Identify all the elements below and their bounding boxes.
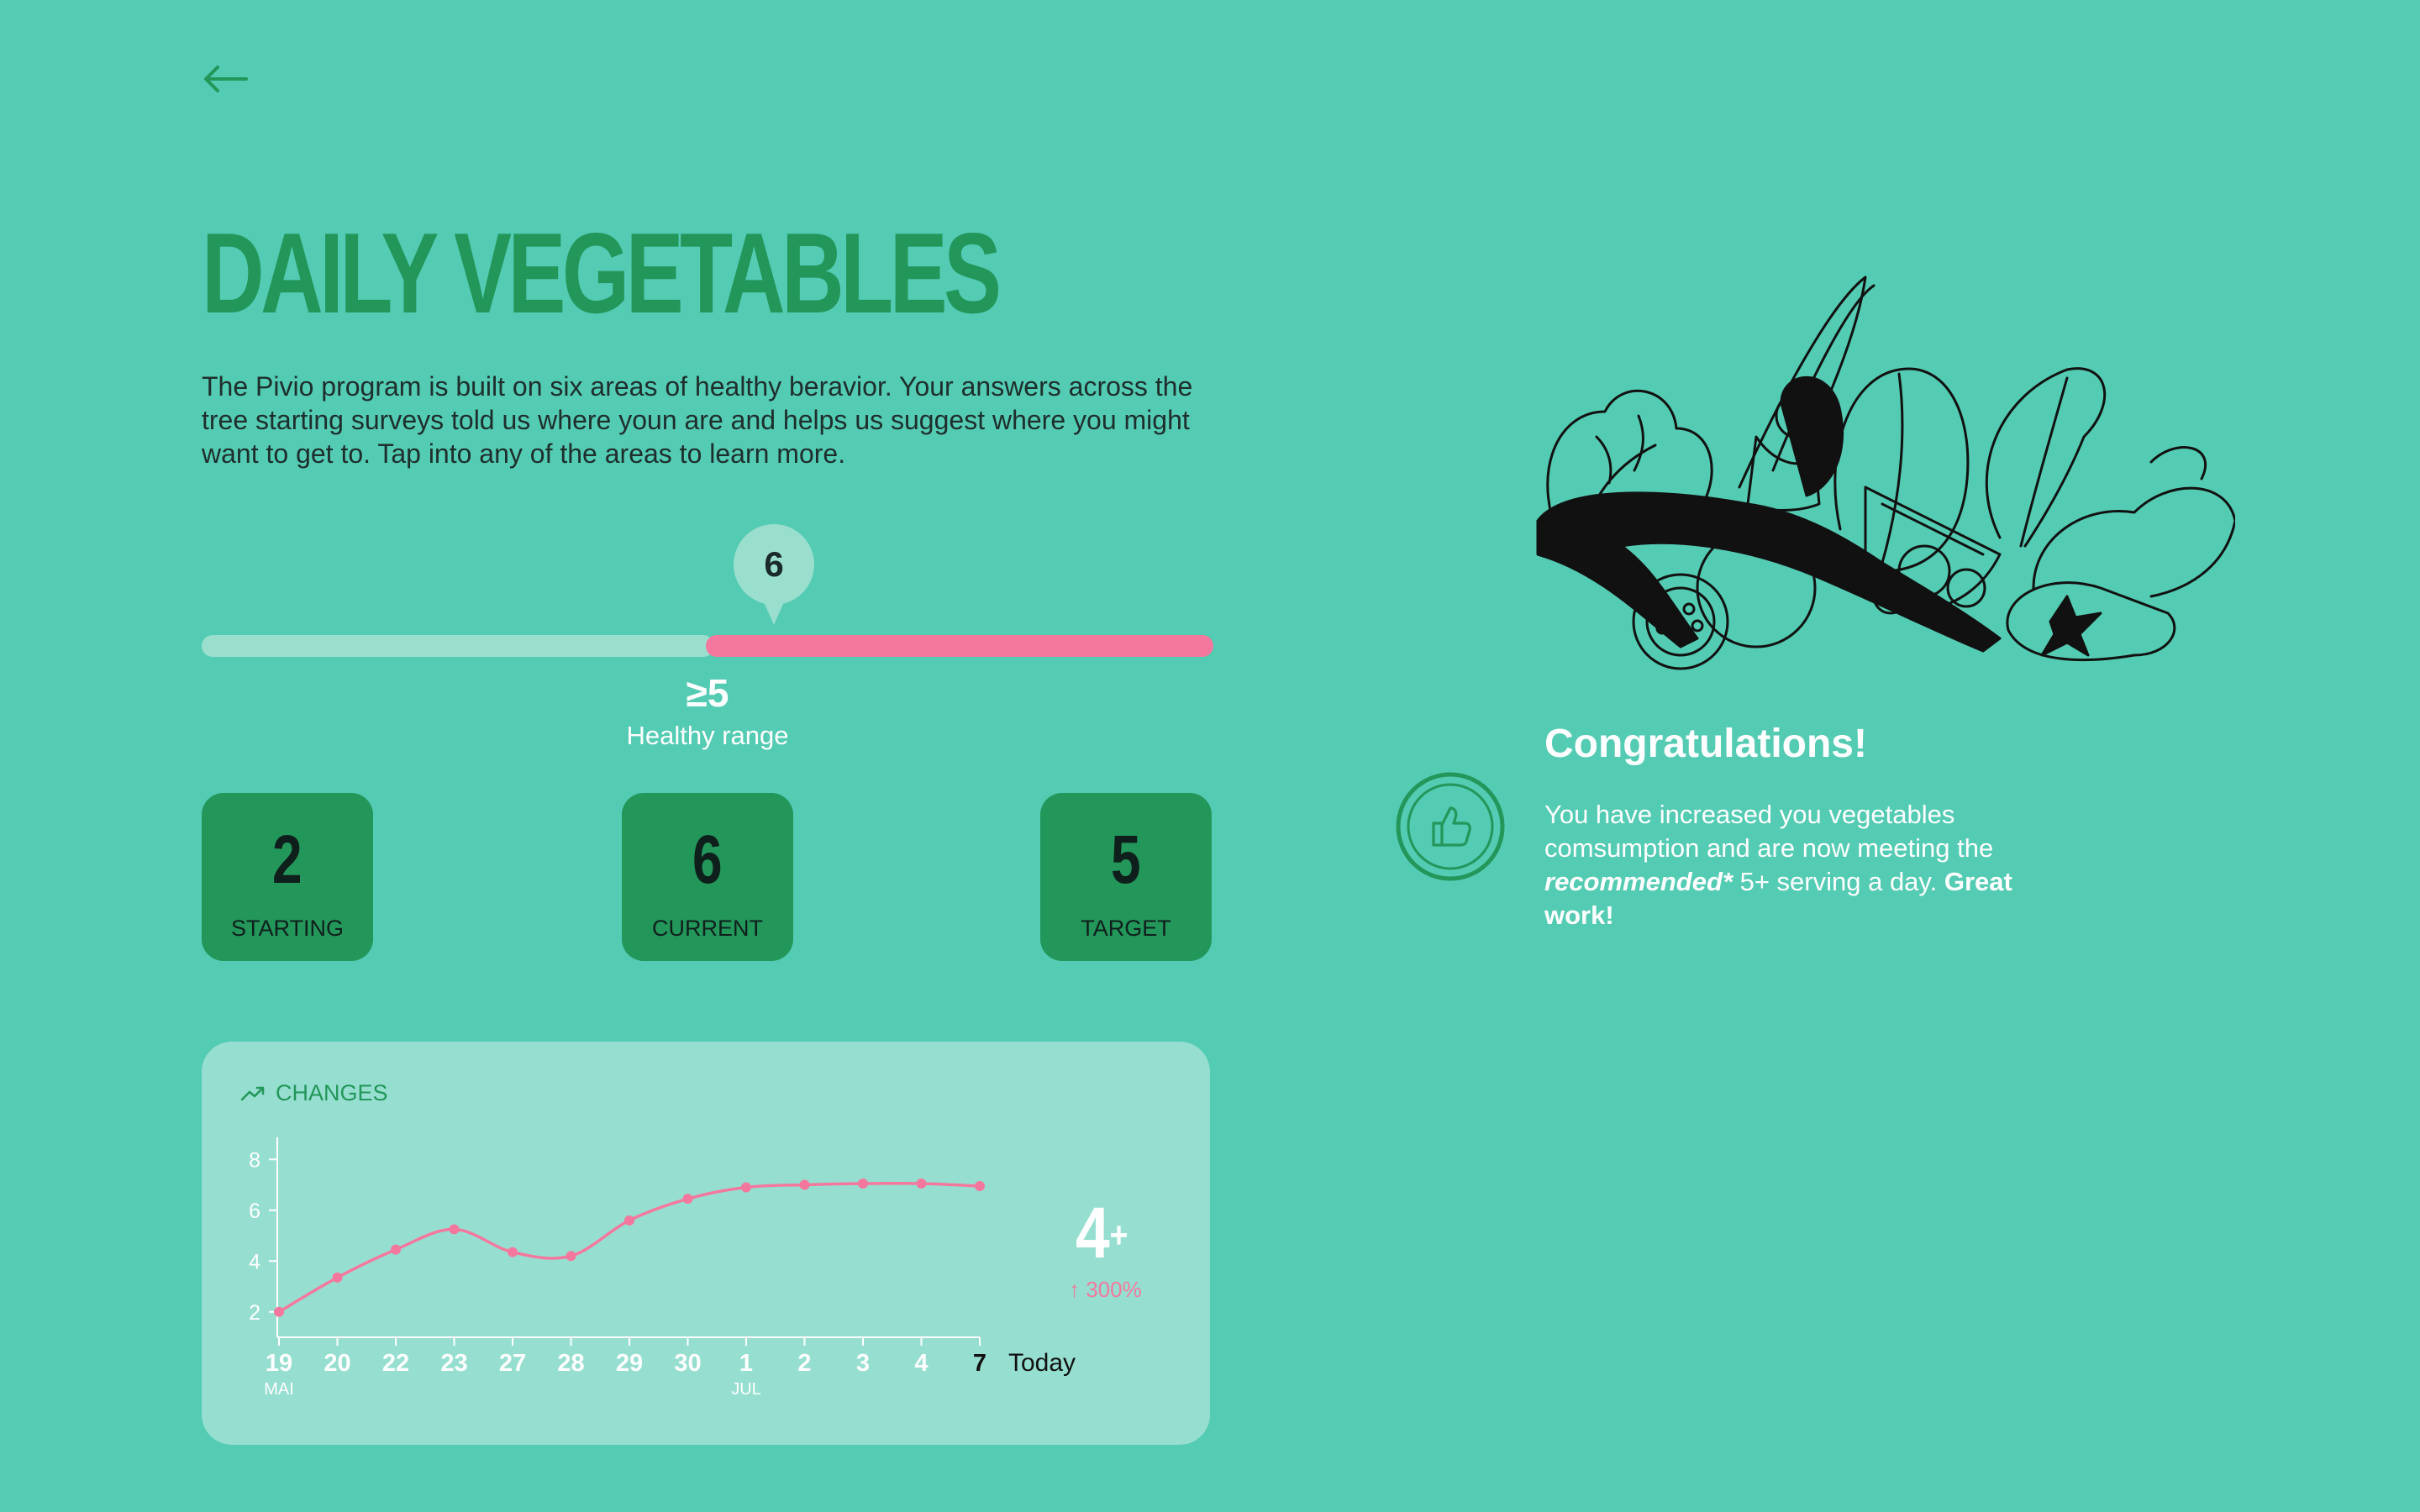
chart-point <box>682 1194 693 1205</box>
congrats-title: Congratulations! <box>1544 722 1867 766</box>
chart-point <box>741 1182 751 1193</box>
chart-point <box>508 1247 518 1257</box>
range-healthy-fill <box>706 635 1213 657</box>
x-tick-sublabel: JUL <box>731 1380 761 1399</box>
congrats-emphasis: recommended* <box>1544 867 1733 896</box>
x-tick-label: 1 <box>739 1350 753 1377</box>
congrats-body-part2: 5+ serving a day. <box>1732 867 1944 896</box>
x-tick-label: 7 <box>973 1350 986 1377</box>
target-stat-card: 5 TARGET <box>1040 793 1212 961</box>
back-button[interactable] <box>198 55 252 102</box>
chart-series-line <box>278 1181 981 1314</box>
page-title: DAILY VEGETABLES <box>202 209 1002 337</box>
chart-point <box>449 1224 460 1235</box>
change-total-suffix: + <box>1109 1215 1128 1256</box>
thumbs-up-icon <box>1396 772 1505 881</box>
change-percent: ↑ 300% <box>1069 1277 1142 1302</box>
current-label: CURRENT <box>652 916 763 941</box>
arrow-left-icon <box>204 66 248 92</box>
current-value: 6 <box>692 822 723 898</box>
current-value-bubble: 6 <box>734 524 814 605</box>
woman-stretching-with-vegetables-illustration <box>1536 276 2235 670</box>
changes-chart: 246819MAI20 22 23 27 28 29 30 1JUL2 3 4 7 Today <box>249 1137 1076 1399</box>
x-tick-label: 29 <box>616 1350 643 1377</box>
x-tick-label: 23 <box>440 1350 467 1377</box>
chart-point <box>274 1306 284 1317</box>
healthy-range-label: Healthy range <box>626 721 789 750</box>
x-tick-label: 30 <box>674 1350 701 1377</box>
y-tick-label: 8 <box>249 1148 260 1172</box>
chart-point <box>975 1181 985 1192</box>
y-tick-label: 4 <box>249 1250 260 1273</box>
congrats-body-part1: You have increased you vegetables comsum… <box>1544 800 1994 863</box>
x-tick-label: 3 <box>856 1350 870 1377</box>
healthy-range-value: ≥5 <box>686 671 729 715</box>
starting-label: STARTING <box>230 916 344 941</box>
starting-value: 2 <box>272 822 302 898</box>
chart-point <box>799 1179 810 1190</box>
chart-point <box>624 1215 634 1226</box>
chart-point <box>858 1178 868 1189</box>
y-tick-label: 2 <box>249 1301 260 1325</box>
x-tick-label: 2 <box>797 1350 811 1377</box>
x-tick-label: 19 <box>266 1350 292 1377</box>
range-track <box>202 635 714 657</box>
change-total: 4+ <box>1076 1191 1128 1278</box>
x-tick-label: 20 <box>324 1350 350 1377</box>
y-tick-label: 6 <box>249 1200 260 1223</box>
x-tick-label: 27 <box>499 1350 526 1377</box>
chart-point <box>566 1251 576 1262</box>
intro-text: The Pivio program is built on six areas … <box>202 371 1193 469</box>
current-stat-card: 6 CURRENT <box>622 793 793 961</box>
chart-point <box>332 1272 343 1283</box>
x-tick-label: 22 <box>382 1350 409 1377</box>
x-tick-sublabel: MAI <box>264 1380 294 1399</box>
chart-point <box>391 1244 401 1255</box>
starting-stat-card: 2 STARTING <box>202 793 373 961</box>
x-axis-end-label: Today <box>1008 1349 1076 1377</box>
x-tick-label: 4 <box>914 1350 928 1377</box>
target-label: TARGET <box>1081 916 1171 941</box>
x-tick-label: 28 <box>557 1350 584 1377</box>
target-value: 5 <box>1111 822 1141 898</box>
congrats-message: You have increased you vegetables comsum… <box>1544 798 2065 932</box>
chart-point <box>916 1178 927 1189</box>
change-total-value: 4 <box>1076 1193 1110 1273</box>
